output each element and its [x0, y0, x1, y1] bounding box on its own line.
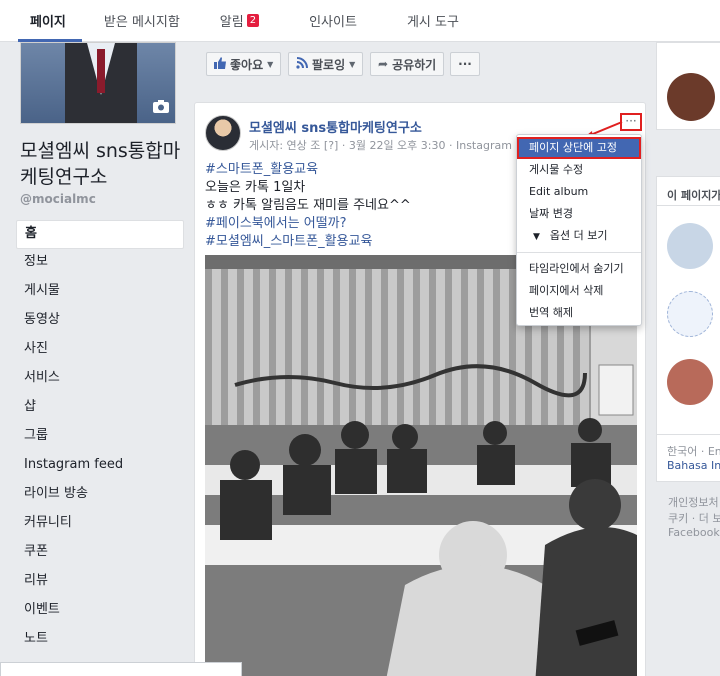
menu-item-disable-translation[interactable]: 번역 해제: [517, 302, 641, 324]
bottom-chat-bar[interactable]: [0, 662, 242, 676]
page-action-bar: 좋아요 ▼ 팔로잉 ▼ ➦ 공유하기 ···: [196, 42, 644, 88]
related-pages-title: 이 페이지가: [667, 189, 720, 202]
language-card: 한국어 · En Bahasa Ind: [656, 434, 720, 482]
post-line: 오늘은 카톡 1일차: [205, 180, 306, 195]
post-line: ㅎㅎ 카톡 알림음도 재미를 주네요^^: [205, 198, 411, 213]
sidebar-item-instagram-feed[interactable]: Instagram feed: [16, 452, 184, 481]
footer-cookies-link[interactable]: 쿠키 · 더 보: [668, 510, 720, 526]
related-page-thumbnail[interactable]: [667, 359, 713, 405]
sidebar-item-posts[interactable]: 게시물: [16, 278, 184, 307]
right-card-top: [656, 42, 720, 130]
sidebar-item-events[interactable]: 이벤트: [16, 597, 184, 626]
tab-insights-label: 인사이트: [309, 15, 357, 30]
tab-inbox[interactable]: 받은 메시지함: [104, 0, 220, 41]
post-line-hashtag[interactable]: #페이스북에서는 어떨까?: [205, 215, 411, 233]
post-line-hashtag[interactable]: #모셜엠씨_스마트폰_활용교육: [205, 233, 411, 251]
sidebar-item-shop[interactable]: 샵: [16, 394, 184, 423]
follow-button[interactable]: 팔로잉 ▼: [288, 52, 364, 76]
language-options[interactable]: 한국어 · En: [667, 443, 720, 459]
menu-item-pin-to-top[interactable]: 페이지 상단에 고정: [517, 137, 641, 159]
related-page-thumbnail[interactable]: [667, 73, 715, 121]
related-page-thumbnail[interactable]: [667, 291, 713, 337]
sidebar-item-notes[interactable]: 노트: [16, 626, 184, 655]
rss-icon: [296, 56, 308, 72]
footer-privacy-link[interactable]: 개인정보처: [668, 494, 719, 510]
follow-button-label: 팔로잉: [312, 57, 346, 72]
menu-item-change-date[interactable]: 날짜 변경: [517, 203, 641, 225]
page-sidebar-nav: 홈 정보 게시물 동영상 사진 서비스 샵 그룹 Instagram feed …: [16, 220, 184, 655]
post-meta-text: 게시자: 연상 조 [?] · 3월 22일 오후 3:30 · Instagr…: [249, 139, 519, 152]
sidebar-item-about[interactable]: 정보: [16, 249, 184, 278]
sidebar-item-home[interactable]: 홈: [16, 220, 184, 249]
page-handle[interactable]: @mocialmc: [20, 192, 96, 206]
sidebar-item-community[interactable]: 커뮤니티: [16, 510, 184, 539]
tab-notifications-label: 알림: [219, 15, 244, 30]
post-options-menu: 페이지 상단에 고정 게시물 수정 Edit album 날짜 변경 ▼ 옵션 더…: [516, 134, 642, 326]
author-avatar[interactable]: [205, 115, 241, 151]
menu-divider: [517, 252, 641, 253]
sidebar-item-photos[interactable]: 사진: [16, 336, 184, 365]
tab-page[interactable]: 페이지: [0, 0, 104, 42]
share-button-label: 공유하기: [392, 57, 437, 72]
page-left-column: 모셜엠씨 sns통합마케팅연구소 @mocialmc 홈 정보 게시물 동영상 …: [0, 42, 192, 676]
sidebar-item-services[interactable]: 서비스: [16, 365, 184, 394]
more-options-button[interactable]: ···: [450, 52, 480, 76]
sidebar-item-live[interactable]: 라이브 방송: [16, 481, 184, 510]
tab-publishing-tools-label: 게시 도구: [406, 15, 459, 30]
sidebar-item-videos[interactable]: 동영상: [16, 307, 184, 336]
page-right-column: 이 페이지가 한국어 · En Bahasa Ind 개인정보처 쿠키 · 더 …: [656, 42, 720, 676]
chevron-down-icon: ▼: [267, 59, 274, 69]
menu-item-more-options-label: 옵션 더 보기: [549, 229, 608, 242]
like-button-label: 좋아요: [230, 57, 264, 72]
chevron-down-icon: ▼: [349, 59, 356, 69]
language-link[interactable]: Bahasa Ind: [667, 459, 720, 472]
share-button[interactable]: ➦ 공유하기: [370, 52, 445, 76]
camera-icon[interactable]: [153, 100, 169, 117]
tab-publishing-tools[interactable]: 게시 도구: [407, 0, 487, 41]
menu-item-edit-post[interactable]: 게시물 수정: [517, 159, 641, 181]
more-options-label: ···: [458, 57, 472, 71]
thumbs-up-icon: [214, 56, 226, 72]
tab-insights[interactable]: 인사이트: [309, 0, 407, 41]
menu-item-more-options[interactable]: ▼ 옵션 더 보기: [517, 225, 641, 247]
tab-inbox-label: 받은 메시지함: [103, 15, 180, 30]
post-author[interactable]: 모셜엠씨 sns통합마케팅연구소: [249, 117, 422, 136]
footer-copyright: Facebook ©: [668, 526, 720, 539]
menu-item-hide-from-timeline[interactable]: 타임라인에서 숨기기: [517, 258, 641, 280]
menu-item-delete-from-page[interactable]: 페이지에서 삭제: [517, 280, 641, 302]
profile-picture[interactable]: [20, 42, 176, 124]
related-pages-card: 이 페이지가: [656, 176, 720, 458]
page-tab-bar: 페이지 받은 메시지함 알림 2 인사이트 게시 도구: [0, 0, 720, 42]
post-line-hashtag[interactable]: #스마트폰_활용교육: [205, 161, 411, 179]
tab-notifications[interactable]: 알림 2: [220, 0, 309, 41]
post-meta: 게시자: 연상 조 [?] · 3월 22일 오후 3:30 · Instagr…: [249, 137, 536, 153]
notification-count-badge: 2: [246, 14, 260, 27]
post-options-label: ···: [625, 114, 637, 128]
sidebar-item-reviews[interactable]: 리뷰: [16, 568, 184, 597]
sidebar-item-coupons[interactable]: 쿠폰: [16, 539, 184, 568]
tab-page-label: 페이지: [30, 15, 66, 30]
menu-item-edit-album[interactable]: Edit album: [517, 181, 641, 203]
page-title: 모셜엠씨 sns통합마케팅연구소: [20, 140, 181, 188]
related-page-thumbnail[interactable]: [667, 223, 713, 269]
triangle-down-icon: ▼: [533, 232, 540, 242]
post-text: #스마트폰_활용교육 오늘은 카톡 1일차 ㅎㅎ 카톡 알림음도 재미를 주네요…: [205, 161, 411, 251]
like-button[interactable]: 좋아요 ▼: [206, 52, 282, 76]
share-arrow-icon: ➦: [378, 57, 389, 71]
sidebar-item-groups[interactable]: 그룹: [16, 423, 184, 452]
